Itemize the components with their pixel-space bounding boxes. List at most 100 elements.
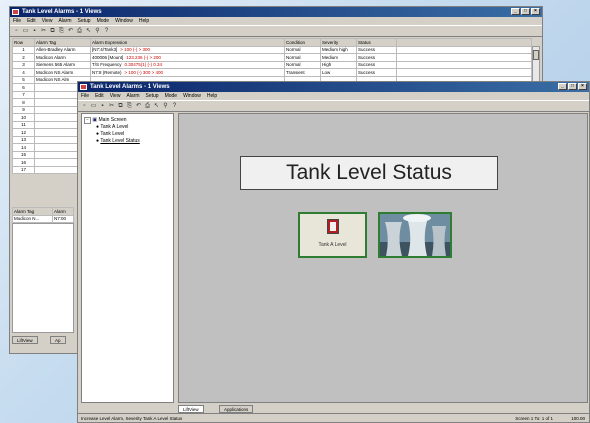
tab-liftview-back[interactable]: LiftView [12, 336, 38, 344]
editor-titlebar[interactable]: Tank Level Alarms - 1 Views _ □ × [78, 82, 589, 92]
zoom-icon[interactable]: ⚲ [162, 103, 169, 110]
cut-icon[interactable]: ✂ [40, 28, 47, 35]
status-zoom: 100.00 [571, 416, 585, 421]
save-icon[interactable]: ▪ [99, 103, 106, 110]
help-icon[interactable]: ? [103, 28, 110, 35]
tree-item-tank-level-status[interactable]: ● Tank Level Status [82, 138, 173, 145]
paste-icon[interactable]: ⎘ [58, 28, 65, 35]
minimize-icon[interactable]: _ [558, 83, 567, 90]
undo-icon[interactable]: ↶ [67, 28, 74, 35]
menu-help[interactable]: Help [139, 17, 149, 25]
status-bar: Increase Level Alarm, Severity Tank A Le… [78, 413, 589, 422]
menu-setup[interactable]: Setup [78, 17, 91, 25]
save-icon[interactable]: ▪ [31, 28, 38, 35]
row-number-cell: 4 [12, 68, 35, 77]
menu-mode[interactable]: Mode [97, 17, 110, 25]
new-icon[interactable]: ▫ [13, 28, 20, 35]
tank-a-level-button[interactable]: Tank A Level [298, 212, 367, 258]
tab-label: LiftView [17, 338, 33, 343]
tab-applications[interactable]: Applications [219, 405, 254, 413]
tab-liftview[interactable]: LiftView [178, 405, 204, 413]
alarm-tag-cell: Allen-Bradley Alarm [34, 45, 91, 54]
menu-help[interactable]: Help [207, 92, 217, 100]
editor-title: Tank Level Alarms - 1 Views [90, 84, 170, 90]
row-number-cell: 5 [12, 75, 35, 84]
alarm-expression-cell: N7:8 (Remote) > 100 (-) 300 > 400 [90, 68, 285, 77]
col-alarm-expression[interactable]: Alarm Expression [90, 38, 285, 47]
app-icon [80, 84, 87, 90]
expression-text: 400006 [Mount] [92, 54, 124, 60]
zoom-icon[interactable]: ⚲ [94, 28, 101, 35]
help-icon[interactable]: ? [171, 103, 178, 110]
expression-text: [N7:4/Tank3] [92, 47, 118, 53]
col-tag[interactable]: Alarm Tag [12, 207, 53, 216]
copy-icon[interactable]: ⧉ [49, 28, 56, 35]
table-row[interactable]: 1 Allen-Bradley Alarm [N7:4/Tank3] > 100 (-… [12, 45, 532, 54]
alarm-window-titlebar[interactable]: Tank Level Alarms - 1 Views _ □ × [10, 7, 542, 17]
menu-edit[interactable]: Edit [27, 17, 36, 25]
tab-applications-back[interactable]: Ap [50, 336, 66, 344]
row-number-cell: 13 [12, 135, 35, 144]
condition-cell: Normal [284, 60, 321, 69]
expression-value: > 100 (-) 300 > 400 [124, 69, 164, 75]
cut-icon[interactable]: ✂ [108, 103, 115, 110]
tab-label: Ap [55, 338, 61, 343]
menu-view[interactable]: View [110, 92, 121, 100]
paste-icon[interactable]: ⎘ [126, 103, 133, 110]
tree-item-tank-a-level[interactable]: ● Tank A Level [82, 124, 173, 131]
alarm-expression-cell: 400006 [Mount] 123.236 (-) > 200 [90, 53, 285, 62]
pointer-icon[interactable]: ↖ [153, 103, 160, 110]
copy-icon[interactable]: ⧉ [117, 103, 124, 110]
row-number-cell: 11 [12, 120, 35, 129]
pointer-icon[interactable]: ↖ [85, 28, 92, 35]
close-icon[interactable]: × [578, 83, 587, 90]
table-row[interactable]: 2 Modicon Alarm 400006 [Mount] 123.236 (-) … [12, 53, 532, 62]
screen-icon: ● [96, 124, 100, 130]
row-number-cell: 7 [12, 90, 35, 99]
menu-alarm[interactable]: Alarm [126, 92, 139, 100]
alarm-expression-cell: T/S Frequency 0.30475(1) (-) 0.34 [90, 60, 285, 69]
print-icon[interactable]: ⎙ [76, 28, 83, 35]
col-alarm[interactable]: Alarm [52, 207, 74, 216]
expand-icon[interactable]: − [84, 117, 91, 124]
condition-cell: Normal [284, 45, 321, 54]
undo-icon[interactable]: ↶ [135, 103, 142, 110]
spacer-cell [396, 45, 532, 54]
scroll-thumb[interactable] [533, 50, 539, 60]
open-icon[interactable]: ▭ [90, 103, 97, 110]
open-icon[interactable]: ▭ [22, 28, 29, 35]
menu-file[interactable]: File [81, 92, 89, 100]
table-row[interactable]: Modicon N... N7:00 [12, 214, 74, 223]
table-row[interactable]: 3 Siemens 565 Alarm T/S Frequency 0.30475(1… [12, 60, 532, 69]
minimize-icon[interactable]: _ [511, 8, 520, 15]
row-number-cell: 12 [12, 128, 35, 137]
maximize-icon[interactable]: □ [568, 83, 577, 90]
maximize-icon[interactable]: □ [521, 8, 530, 15]
menu-alarm[interactable]: Alarm [58, 17, 71, 25]
col-row[interactable]: Row [12, 38, 35, 47]
menu-window[interactable]: Window [183, 92, 201, 100]
row-number-cell: 17 [12, 165, 35, 174]
menu-edit[interactable]: Edit [95, 92, 104, 100]
col-condition[interactable]: Condition [284, 38, 321, 47]
menu-setup[interactable]: Setup [146, 92, 159, 100]
screen-canvas[interactable]: Tank Level Status Tank A Level [178, 113, 588, 403]
tree-item-tank-level[interactable]: ● Tank Level [82, 131, 173, 138]
close-icon[interactable]: × [531, 8, 540, 15]
spacer-cell [396, 53, 532, 62]
menu-window[interactable]: Window [115, 17, 133, 25]
col-severity[interactable]: Severity [320, 38, 357, 47]
expression-value: > 100 (-) > 300 [120, 47, 151, 53]
menu-mode[interactable]: Mode [165, 92, 178, 100]
menu-view[interactable]: View [42, 17, 53, 25]
tree-root[interactable]: − ▣ Main Screen [82, 117, 173, 124]
new-icon[interactable]: ▫ [81, 103, 88, 110]
menu-file[interactable]: File [13, 17, 21, 25]
table-row[interactable]: 4 Modicon NS Alarm N7:8 (Remote) > 100 (-) … [12, 68, 532, 77]
print-icon[interactable]: ⎙ [144, 103, 151, 110]
plant-photo-button[interactable] [378, 212, 452, 258]
tree-item-label: Tank Level [100, 131, 125, 137]
col-alarm-tag[interactable]: Alarm Tag [34, 38, 91, 47]
col-status[interactable]: Status [356, 38, 397, 47]
spacer-cell [396, 60, 532, 69]
